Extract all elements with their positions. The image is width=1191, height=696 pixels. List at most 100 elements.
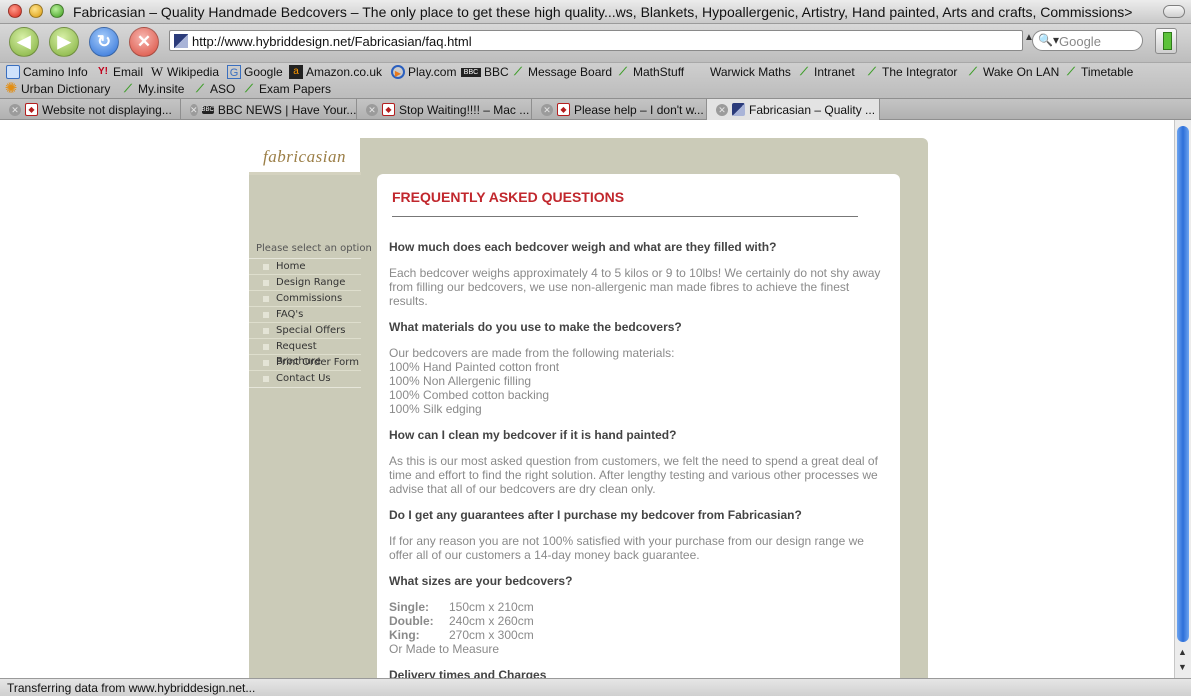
site-logo-tab[interactable]: fabricasian (249, 138, 361, 175)
tab-bbc-news[interactable]: ✕ BBC BBC NEWS | Have Your... (181, 99, 357, 120)
size-row-double: Double: 240cm x 260cm (389, 614, 534, 628)
faq-answer: Each bedcover weighs approximately 4 to … (389, 266, 881, 308)
faq-question: Do I get any guarantees after I purchase… (389, 508, 802, 522)
faq-answer-line: 100% Combed cotton backing (389, 388, 550, 402)
forward-button[interactable]: ▶ (49, 27, 79, 57)
nav-prompt: Please select an option (256, 243, 372, 254)
faq-question: How can I clean my bedcover if it is han… (389, 428, 677, 442)
bookmark-play[interactable]: ▶ Play.com (391, 65, 456, 79)
leaf-icon: ⟋ (619, 66, 627, 78)
tab-close-icon[interactable]: ✕ (190, 103, 198, 116)
nav-commissions[interactable]: Commissions (249, 291, 361, 307)
bookmark-urban-dictionary[interactable]: ✺ Urban Dictionary (4, 80, 111, 97)
bookmark-mathstuff[interactable]: ⟋ MathStuff (616, 65, 684, 79)
address-bar[interactable]: http://www.hybriddesign.net/Fabricasian/… (169, 30, 1023, 51)
site-logo: fabricasian (263, 147, 346, 166)
size-label: King: (389, 628, 420, 642)
bookmark-email[interactable]: Y! Email (96, 65, 143, 79)
scroll-down-arrow-icon[interactable]: ▼ (1178, 662, 1187, 672)
bookmark-wake-on-lan[interactable]: ⟋ Wake On LAN (966, 65, 1059, 79)
leaf-icon: ⟋ (245, 83, 253, 95)
size-value: 270cm x 300cm (449, 628, 534, 642)
forum-favicon-icon: ◆ (25, 103, 38, 116)
nav-special-offers[interactable]: Special Offers (249, 323, 361, 339)
bookmark-camino-info[interactable]: Camino Info (6, 65, 88, 79)
bookmark-warwick-maths[interactable]: Warwick Maths (710, 65, 791, 79)
nav-contact-us[interactable]: Contact Us (249, 371, 361, 387)
size-value: 240cm x 260cm (449, 614, 534, 628)
google-icon: G (227, 65, 241, 79)
bookmark-aso[interactable]: ⟋ ASO (193, 82, 235, 96)
tab-close-icon[interactable]: ✕ (9, 103, 21, 116)
faq-question: What materials do you use to make the be… (389, 320, 682, 334)
search-icon[interactable]: 🔍▾ (1038, 33, 1059, 47)
leaf-icon: ⟋ (1067, 66, 1075, 78)
site-favicon-icon (174, 34, 188, 48)
bookmarks-button[interactable] (1155, 28, 1177, 54)
bookmark-my-insite[interactable]: ⟋ My.insite (121, 82, 184, 96)
tab-close-icon[interactable]: ✕ (716, 103, 728, 116)
back-button[interactable]: ◀ (9, 27, 39, 57)
tab-please-help[interactable]: ✕ ◆ Please help – I don't w... (532, 99, 707, 120)
toolbar-toggle-button[interactable] (1163, 5, 1185, 18)
faq-answer-line: Our bedcovers are made from the followin… (389, 346, 675, 360)
bookmark-amazon[interactable]: a Amazon.co.uk (289, 65, 382, 79)
nav-design-range[interactable]: Design Range (249, 275, 361, 291)
search-field[interactable]: 🔍▾ Google (1032, 30, 1143, 51)
bookmark-intranet[interactable]: ⟋ Intranet (797, 65, 855, 79)
leaf-icon: ⟋ (514, 66, 522, 78)
reload-button[interactable]: ↻ (89, 27, 119, 57)
window-title: Fabricasian – Quality Handmade Bedcovers… (73, 4, 1133, 20)
tab-close-icon[interactable]: ✕ (541, 103, 553, 116)
site-container: fabricasian Please select an option Home… (249, 138, 928, 678)
amazon-icon: a (289, 65, 303, 79)
leaf-icon: ⟋ (124, 83, 132, 95)
nav-faqs[interactable]: FAQ's (249, 307, 361, 323)
nav-print-order-form[interactable]: Print Order Form (249, 355, 361, 371)
leaf-icon: ⟋ (969, 66, 977, 78)
faq-question: How much does each bedcover weigh and wh… (389, 240, 777, 254)
nav-request-brochure[interactable]: Request Brochure (249, 339, 361, 367)
folder-icon (6, 65, 20, 79)
minimize-window-button[interactable] (29, 4, 43, 18)
leaf-icon: ⟋ (868, 66, 876, 78)
tab-bar: ✕ ◆ Website not displaying... ✕ BBC BBC … (0, 98, 1191, 120)
bookmark-exam-papers[interactable]: ⟋ Exam Papers (242, 82, 331, 96)
close-window-button[interactable] (8, 4, 22, 18)
tab-close-icon[interactable]: ✕ (366, 103, 378, 116)
bookmark-google[interactable]: G Google (227, 65, 283, 79)
yahoo-icon: Y! (98, 66, 108, 77)
leaf-icon: ⟋ (196, 83, 204, 95)
bookmark-timetable[interactable]: ⟋ Timetable (1064, 65, 1133, 79)
tab-website-not-displaying[interactable]: ✕ ◆ Website not displaying... (0, 99, 181, 120)
size-row-single: Single: 150cm x 210cm (389, 600, 534, 614)
bookmark-wikipedia[interactable]: W Wikipedia (150, 65, 219, 80)
tab-fabricasian[interactable]: ✕ Fabricasian – Quality ... (707, 99, 880, 120)
scroll-up-arrow-icon[interactable]: ▲ (1178, 647, 1187, 657)
page-title: FREQUENTLY ASKED QUESTIONS (392, 189, 625, 205)
sun-icon: ✺ (4, 80, 18, 97)
nav-home[interactable]: Home (249, 259, 361, 275)
forum-favicon-icon: ◆ (557, 103, 570, 116)
bookmark-the-integrator[interactable]: ⟋ The Integrator (865, 65, 957, 79)
logo-underline (249, 172, 361, 175)
bookmark-bbc[interactable]: BBC BBC (461, 65, 509, 79)
bookmark-message-board[interactable]: ⟋ Message Board (511, 65, 612, 79)
leaf-icon: ⟋ (800, 66, 808, 78)
scrollbar-thumb[interactable] (1177, 126, 1189, 642)
zoom-window-button[interactable] (50, 4, 64, 18)
url-text: http://www.hybriddesign.net/Fabricasian/… (192, 34, 472, 49)
heading-divider (392, 216, 858, 217)
play-icon: ▶ (391, 65, 405, 79)
tab-stop-waiting[interactable]: ✕ ◆ Stop Waiting!!!! – Mac ... (357, 99, 532, 120)
size-label: Single: (389, 600, 430, 614)
page-viewport: fabricasian Please select an option Home… (0, 120, 1174, 678)
size-label: Double: (389, 614, 434, 628)
faq-answer: If for any reason you are not 100% satis… (389, 534, 864, 562)
reload-icon: ↻ (96, 32, 112, 51)
size-value: 150cm x 210cm (449, 600, 534, 614)
site-favicon-icon (732, 103, 745, 116)
stop-button[interactable]: ✕ (129, 27, 159, 57)
bbc-favicon-icon: BBC (201, 105, 214, 114)
vertical-scrollbar[interactable]: ▲ ▼ (1174, 120, 1191, 678)
